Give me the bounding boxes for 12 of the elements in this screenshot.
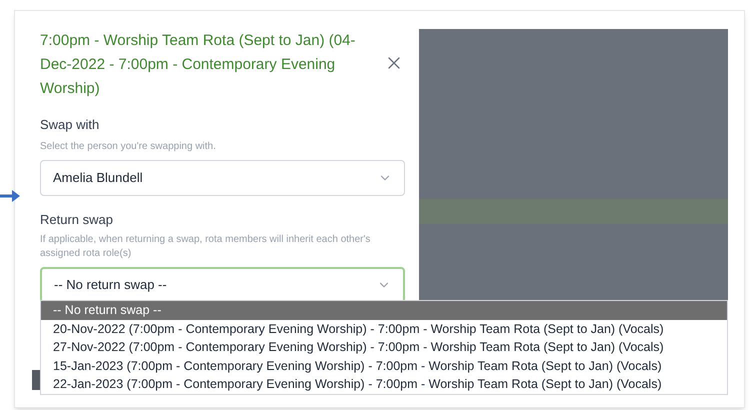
field-label: Return swap (40, 210, 114, 229)
field-label: Swap with (40, 116, 100, 134)
dropdown-option[interactable]: 27-Nov-2022 (7:00pm - Contemporary Evening Worship) - 7:00pm - Worship Team Rota (Sept to Jan) (Vocals) (41, 338, 727, 357)
arrow-icon (0, 190, 20, 202)
dropdown-option[interactable]: -- No return swap -- (41, 301, 727, 320)
field-hint: Select the person you're swapping with. (40, 140, 217, 154)
dropdown-option[interactable]: 22-Jan-2023 (7:00pm - Contemporary Evening Worship) - 7:00pm - Worship Team Rota (Sept to Jan) (Vocals) (41, 375, 727, 394)
dropdown-option[interactable]: 15-Jan-2023 (7:00pm - Contemporary Evening Worship) - 7:00pm - Worship Team Rota (Sept to Jan) (Vocals) (41, 356, 727, 376)
swap-with-select[interactable]: Amelia Blundell (40, 160, 405, 196)
dropdown-option[interactable]: 20-Nov-2022 (7:00pm - Contemporary Evening Worship) - 7:00pm - Worship Team Rota (Sept to Jan) (Vocals) (41, 320, 727, 338)
field-hint: If applicable, when returning a swap, rota members will inherit each other's assigned rota role(s) (40, 233, 372, 261)
dialog-title: 7:00pm - Worship Team Rota (Sept to Jan) (04-Dec-2022 - 7:00pm - Contemporary Evening Worship) (40, 31, 356, 99)
